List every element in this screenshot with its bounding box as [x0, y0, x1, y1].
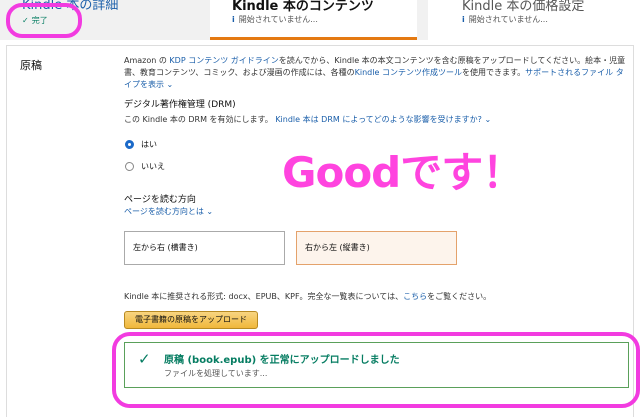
drm-no-radio[interactable]: [125, 162, 134, 171]
drm-help-link[interactable]: Kindle 本は DRM によってどのような影響を受けますか? ⌄: [275, 115, 491, 124]
progress-tab-bar: Kindle 本の詳細 ✓ 完了 Kindle 本のコンテンツ i 開始されていませ…: [0, 0, 640, 40]
drm-yes-radio[interactable]: [125, 140, 134, 149]
section-label: 原稿: [20, 59, 42, 72]
drm-yes-label[interactable]: はい: [141, 139, 157, 150]
drm-desc-text: この Kindle 本の DRM を有効にします。: [124, 115, 273, 124]
reading-direction-title: ページを読む方向: [124, 195, 196, 205]
annotation-text: Goodです！: [282, 148, 524, 197]
link-label: Kindle 本は DRM によってどのような影響を受けますか?: [275, 115, 482, 124]
right-to-left-option[interactable]: 右から左 (縦書き): [296, 231, 457, 265]
info-icon: i: [232, 15, 235, 24]
tab-title: Kindle 本の詳細: [22, 0, 119, 13]
info-icon: i: [462, 15, 465, 24]
chevron-down-icon: ⌄: [206, 207, 214, 216]
intro-text: Amazon の: [124, 56, 170, 65]
tab-status: i 開始されていません...: [462, 14, 548, 25]
reading-direction-help-link[interactable]: ページを読む方向とは ⌄: [124, 206, 213, 218]
check-icon: ✓: [22, 16, 29, 25]
tab-kindle-content[interactable]: Kindle 本のコンテンツ i 開始されていません...: [210, 0, 417, 40]
tab-status: ✓ 完了: [22, 15, 48, 26]
manuscript-intro: Amazon の KDP コンテンツ ガイドラインを読んでから、Kindle 本…: [124, 55, 626, 91]
status-text: 開始されていません...: [468, 15, 548, 24]
status-text: 完了: [31, 16, 48, 25]
kdp-guidelines-link[interactable]: KDP コンテンツ ガイドライン: [169, 56, 278, 65]
recommended-formats: Kindle 本に推奨される形式: docx、EPUB、KPF。完全な一覧表につ…: [124, 291, 491, 303]
left-to-right-option[interactable]: 左から右 (横書き): [124, 231, 285, 265]
status-text: 開始されていません...: [238, 15, 318, 24]
drm-title: デジタル著作権管理 (DRM): [124, 100, 236, 110]
intro-text: を使用できます。: [461, 68, 526, 77]
formats-suffix: をご覧ください。: [427, 292, 492, 301]
chevron-down-icon: ⌄: [166, 80, 174, 89]
link-label: ページを読む方向とは: [124, 207, 204, 216]
content-tools-link[interactable]: Kindle コンテンツ作成ツール: [355, 68, 462, 77]
tab-kindle-pricing[interactable]: Kindle 本の価格設定 i 開始されていません...: [428, 0, 640, 40]
check-icon: ✓: [138, 350, 151, 368]
formats-text: Kindle 本に推奨される形式: docx、EPUB、KPF。完全な一覧表につ…: [124, 292, 404, 301]
formats-list-link[interactable]: こちら: [403, 292, 427, 301]
drm-no-label[interactable]: いいえ: [141, 161, 165, 172]
tab-title: Kindle 本の価格設定: [462, 0, 585, 14]
upload-success-box: ✓ 原稿 (book.epub) を正常にアップロードしました ファイルを処理し…: [124, 342, 629, 388]
tab-title: Kindle 本のコンテンツ: [232, 0, 374, 14]
tab-status: i 開始されていません...: [232, 14, 318, 25]
upload-success-message: 原稿 (book.epub) を正常にアップロードしました: [164, 355, 400, 366]
upload-manuscript-button[interactable]: 電子書籍の原稿をアップロード: [124, 311, 258, 329]
tab-kindle-details[interactable]: Kindle 本の詳細 ✓ 完了: [0, 0, 190, 40]
drm-description: この Kindle 本の DRM を有効にします。 Kindle 本は DRM …: [124, 114, 491, 126]
processing-status: ファイルを処理しています...: [164, 369, 268, 378]
chevron-down-icon: ⌄: [484, 115, 492, 124]
